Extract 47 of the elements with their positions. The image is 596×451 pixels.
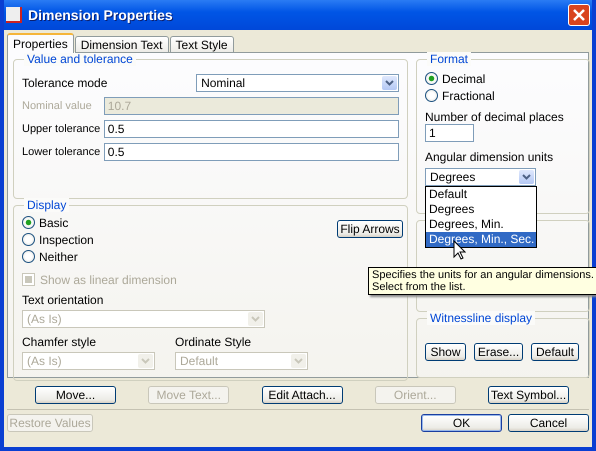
- dropdown-option[interactable]: Degrees, Min., Sec.: [426, 232, 536, 247]
- field-label: Ordinate Style: [175, 335, 252, 349]
- field-label: Tolerance mode: [22, 76, 108, 90]
- dropdown-field[interactable]: Nominal: [196, 74, 399, 92]
- dialog-button[interactable]: OK: [421, 414, 502, 432]
- action-button[interactable]: Text Symbol...: [488, 386, 569, 404]
- app-icon: [6, 7, 22, 23]
- input-field[interactable]: 0.5: [104, 120, 399, 138]
- close-icon: [573, 9, 585, 21]
- checkbox-label: Show as linear dimension: [40, 272, 177, 286]
- field-label: Upper tolerance: [22, 122, 101, 134]
- radio-button[interactable]: [22, 216, 35, 229]
- radio-label: Basic: [39, 216, 68, 230]
- input-field[interactable]: 1: [425, 124, 474, 142]
- field-label: Text orientation: [22, 293, 104, 307]
- dialog-button[interactable]: Cancel: [508, 414, 589, 432]
- radio-button[interactable]: [425, 72, 438, 85]
- close-button[interactable]: [568, 4, 590, 26]
- radio-button[interactable]: [22, 233, 35, 246]
- tab[interactable]: Properties: [7, 33, 74, 53]
- radio-label: Fractional: [442, 88, 495, 102]
- tab[interactable]: Text Style: [170, 36, 234, 53]
- field-label: Chamfer style: [22, 335, 98, 349]
- witnessline-button[interactable]: Show: [425, 343, 466, 361]
- radio-label: Neither: [39, 250, 78, 264]
- field-label: Nominal value: [22, 100, 93, 112]
- witnessline-button[interactable]: Erase...: [474, 343, 523, 361]
- radio-button[interactable]: [22, 250, 35, 263]
- group-title: Format: [427, 52, 472, 66]
- tab[interactable]: Dimension Text: [74, 36, 169, 53]
- radio-label: Decimal: [442, 72, 486, 86]
- window-title: Dimension Properties: [28, 7, 174, 23]
- flip-arrows-button[interactable]: Flip Arrows: [337, 220, 403, 238]
- group-title: Display: [24, 198, 70, 212]
- field-label: Lower tolerance: [22, 146, 101, 158]
- tooltip-text: Specifies the units for an angular dimensions.: [372, 269, 594, 281]
- field-label: Number of decimal places: [425, 110, 565, 124]
- radio-button[interactable]: [425, 89, 438, 102]
- action-button[interactable]: Edit Attach...: [262, 386, 342, 404]
- field-label: Angular dimension units: [425, 150, 554, 164]
- witnessline-button[interactable]: Default: [531, 343, 579, 361]
- group-title: Witnessline display: [427, 311, 536, 325]
- tooltip-text: Select from the list.: [372, 281, 467, 293]
- action-button[interactable]: Move...: [35, 386, 116, 404]
- radio-label: Inspection: [39, 232, 94, 246]
- group-title: Value and tolerance: [24, 52, 136, 66]
- input-field[interactable]: 0.5: [104, 142, 399, 160]
